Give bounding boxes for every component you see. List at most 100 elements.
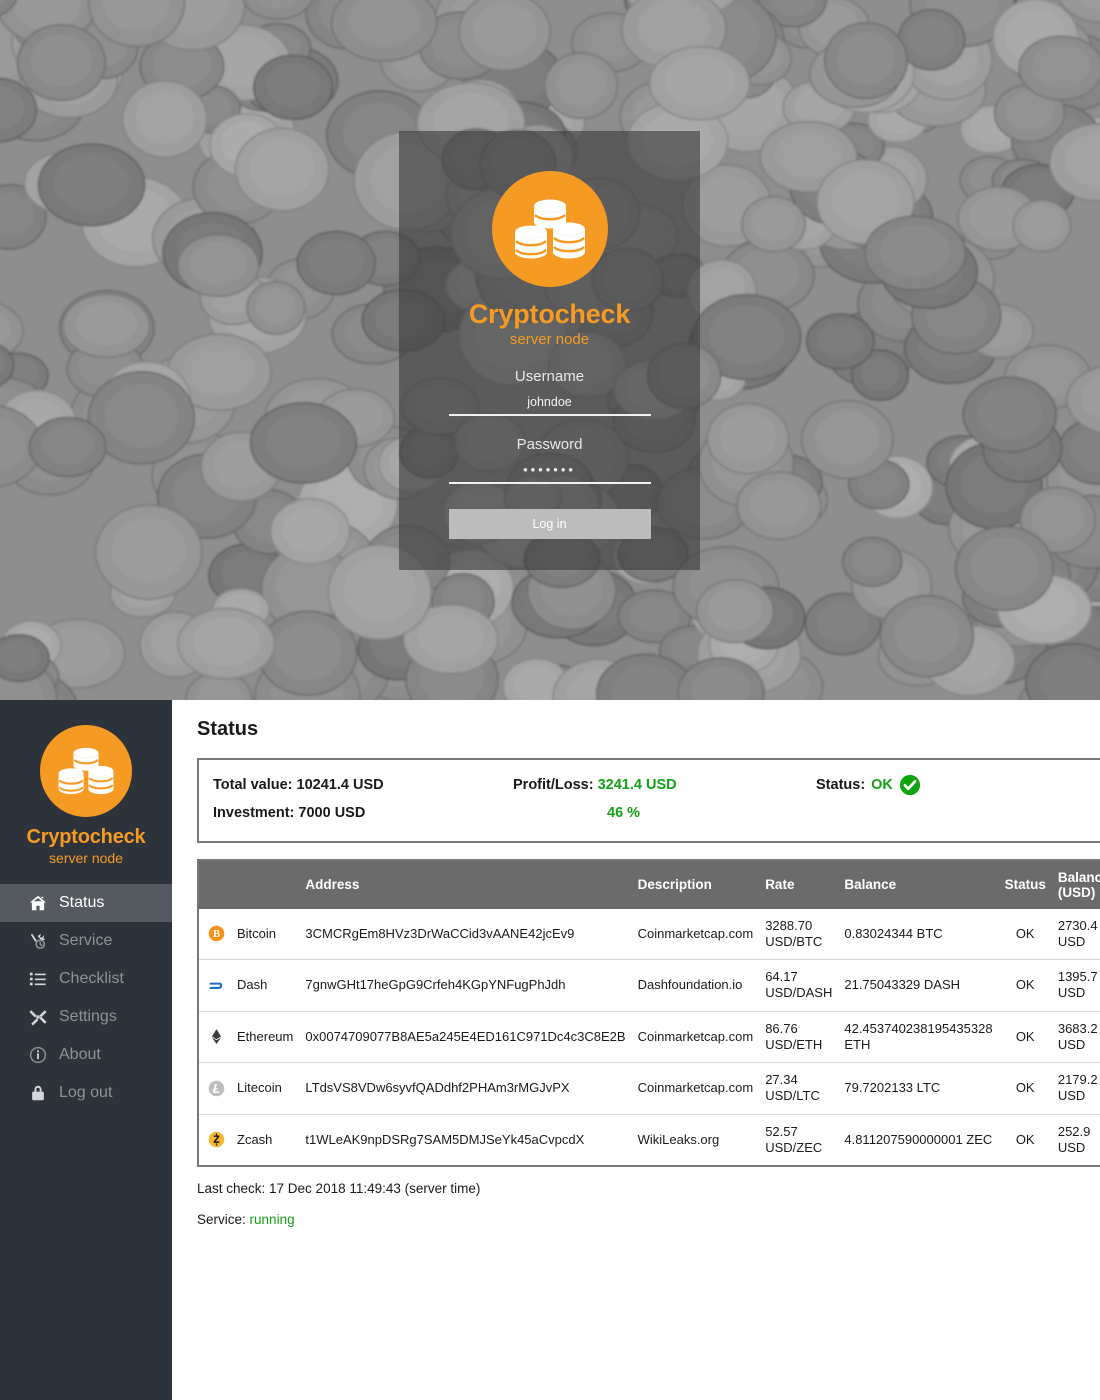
cell-address: LTdsVS8VDw6syvfQADdhf2PHAm3rMGJvPX [299,1062,632,1115]
home-icon [28,893,48,913]
list-icon [28,969,48,989]
login-brand-subtitle: server node [509,331,590,348]
bitcoin-icon: B [198,908,231,961]
investment-cell: Investment: 7000 USD [213,799,513,827]
cell-balance_usd: 2179.2 USD [1051,1062,1100,1115]
th-description: Description [631,859,760,909]
green-check-icon [899,774,921,796]
service-value: running [249,1212,295,1228]
main-content: Status Total value: 10241.4 USD Profit/L… [172,700,1100,1400]
sidebar-item-about[interactable]: About [0,1036,172,1074]
username-label: Username [514,368,585,385]
cell-status: OK [1015,1131,1035,1147]
sidebar-item-label: Service [59,932,113,949]
th-balance-usd: Balance (USD) [1051,859,1100,909]
cell-name: Dash [231,959,300,1012]
password-label: Password [516,436,583,453]
cell-status: OK [998,1011,1052,1064]
cell-status: OK [998,959,1052,1012]
cell-address: 0x0074709077B8AE5a245E4ED161C971Dc4c3C8E… [299,1011,632,1064]
cell-name: Litecoin [231,1062,300,1115]
cell-rate: 52.57 USD/ZEC [765,1123,823,1155]
sidebar-item-label: Settings [59,1008,117,1025]
th-address: Address [299,859,632,909]
wrench-icon [28,1007,48,1027]
service-status-line: Service: running [197,1212,1100,1227]
total-value-amount: 10241.4 USD [296,777,384,793]
svg-text:B: B [213,929,220,940]
profit-loss-label: Profit/Loss: [513,777,594,793]
sidebar-item-logout[interactable]: Log out [0,1074,172,1112]
cell-address: 7gnwGHt17heGpG9Crfeh4KGpYNFugPhJdh [299,959,632,1012]
username-input[interactable] [448,395,651,416]
summary-row-secondary: Investment: 7000 USD 46 % [213,799,1100,827]
table-row[interactable]: B Bitcoin 3CMCRgEm8HVz3DrWaCCid3vAANE42jcE… [198,908,1100,961]
th-rate: Rate [759,859,839,909]
login-brand-name: Cryptocheck [468,299,631,329]
info-icon [28,1045,48,1065]
cell-description: Dashfoundation.io [631,959,760,1012]
cell-address: t1WLeAK9npDSRg7SAM5DMJSeYk45aCvpcdX [305,1131,585,1147]
cell-address: 3CMCRgEm8HVz3DrWaCCid3vAANE42jcEv9 [299,908,632,961]
investment-label: Investment: [213,805,295,822]
password-input[interactable] [448,462,651,484]
cell-balance: 21.75043329 DASH [838,959,999,1012]
profit-loss-cell: Profit/Loss: 3241.4 USD [513,771,816,799]
sidebar-brand-subtitle: server node [49,850,123,866]
litecoin-icon [198,1062,231,1115]
cell-description: Coinmarketcap.com [631,908,760,961]
profit-percent-cell: 46 % [513,799,816,827]
sidebar-brand-name: Cryptocheck [26,826,146,848]
sidebar-item-label: About [59,1046,101,1063]
sidebar-item-label: Status [59,894,105,911]
password-field-group: Password [448,436,651,484]
cell-balance: 4.811207590000001 ZEC [844,1131,993,1147]
sidebar-item-label: Log out [59,1084,113,1101]
th-balance: Balance [838,859,999,909]
tools-icon [28,931,48,951]
sidebar-item-checklist[interactable]: Checklist [0,960,172,998]
table-body: B Bitcoin 3CMCRgEm8HVz3DrWaCCid3vAANE42jcE… [198,908,1100,1167]
cell-balance_usd: 2730.4 USD [1051,908,1100,961]
summary-row-primary: Total value: 10241.4 USD Profit/Loss: 32… [213,771,1100,799]
table-row[interactable]: Litecoin LTdsVS8VDw6syvfQADdhf2PHAm3rMGJv… [198,1062,1100,1115]
th-icon [198,859,231,909]
coin-stacks-icon [491,171,608,287]
cell-name: Bitcoin [231,908,300,961]
cell-rate: 64.17 USD/DASH [759,959,839,1012]
summary-box: Total value: 10241.4 USD Profit/Loss: 32… [197,758,1100,843]
holdings-table: Address Description Rate Balance Status … [197,858,1100,1168]
dash-icon [198,959,231,1012]
sidebar-item-service[interactable]: Service [0,922,172,960]
cell-description: WikiLeaks.org [637,1131,720,1147]
last-check-text: Last check: 17 Dec 2018 11:49:43 (server… [197,1181,481,1197]
table-row[interactable]: Dash 7gnwGHt17heGpG9Crfeh4KGpYNFugPhJdh Da… [198,959,1100,1012]
table-header: Address Description Rate Balance Status … [198,859,1100,909]
coin-stacks-icon [40,725,132,817]
login-button[interactable]: Log in [448,509,651,539]
page-title: Status [197,718,259,740]
lock-icon [28,1083,48,1103]
sidebar-brand: Cryptocheck server node [0,700,172,884]
cell-balance_usd: 3683.2 USD [1051,1011,1100,1064]
cell-name: Ethereum [231,1011,300,1064]
sidebar-item-settings[interactable]: Settings [0,998,172,1036]
cell-rate: 86.76 USD/ETH [759,1011,839,1064]
cell-name: Zcash [237,1131,273,1147]
cell-balance_usd: 252.9 USD [1057,1123,1091,1155]
profit-loss-amount: 3241.4 USD [597,777,677,793]
cell-balance: 42.453740238195435328 ETH [838,1011,999,1064]
table-row[interactable]: Zcash t1WLeAK9npDSRg7SAM5DMJSeYk45aCvpcdX… [198,1114,1100,1166]
table-row[interactable]: Ethereum 0x0074709077B8AE5a245E4ED161C971… [198,1011,1100,1064]
cell-status: OK [998,1062,1052,1115]
cell-rate: 27.34 USD/LTC [759,1062,839,1115]
sidebar-item-label: Checklist [59,970,124,987]
cell-rate: 3288.70 USD/BTC [759,908,839,961]
status-cell: Status: OK [816,771,921,799]
sidebar-item-status[interactable]: Status [0,884,172,922]
table-header-row: Address Description Rate Balance Status … [198,859,1100,909]
th-status: Status [998,859,1052,909]
status-value: OK [871,777,893,793]
total-value-label: Total value: [213,777,293,793]
cell-description: Coinmarketcap.com [631,1011,760,1064]
